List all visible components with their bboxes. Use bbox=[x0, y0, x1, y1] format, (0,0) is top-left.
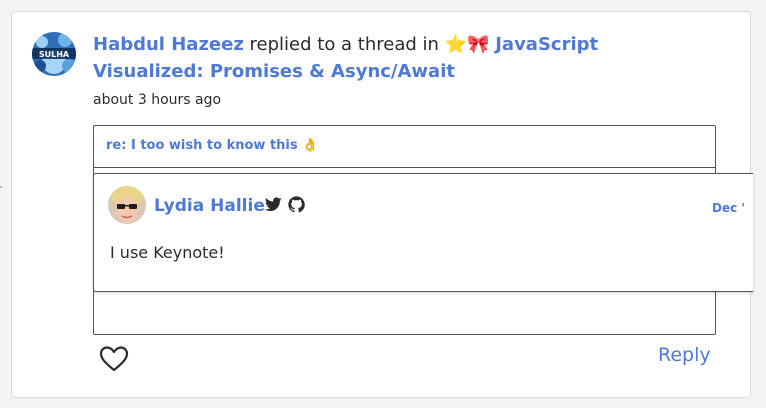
avatar-text: SULHA bbox=[39, 50, 70, 59]
star-ribbon-emoji: ⭐🎀 bbox=[444, 34, 490, 55]
lydia-avatar[interactable] bbox=[108, 186, 146, 224]
user-avatar-icon: SULHA bbox=[32, 32, 76, 76]
user-name-link[interactable]: Habdul Hazeez bbox=[93, 34, 244, 55]
reply-title-text: re: I too wish to know this bbox=[106, 138, 298, 153]
thread-divider bbox=[94, 167, 715, 168]
author-avatar-icon bbox=[108, 186, 146, 224]
comment-date-link[interactable]: Dec ' bbox=[712, 201, 745, 215]
divider-dot bbox=[0, 186, 2, 188]
ok-hand-emoji: 👌 bbox=[302, 138, 319, 153]
twitter-icon[interactable] bbox=[265, 197, 282, 212]
reply-button[interactable]: Reply bbox=[658, 344, 711, 366]
comment-body: I use Keynote! bbox=[110, 243, 225, 262]
heart-icon bbox=[99, 346, 129, 372]
action-text: replied to a thread in bbox=[243, 34, 445, 55]
reply-title-link[interactable]: re: I too wish to know this 👌 bbox=[106, 138, 318, 153]
github-icon[interactable] bbox=[288, 196, 305, 213]
activity-headline: Habdul Hazeez replied to a thread in ⭐🎀 … bbox=[93, 31, 713, 85]
author-social-links bbox=[265, 196, 305, 213]
like-button[interactable] bbox=[99, 345, 129, 373]
nested-comment: Lydia Hallie Dec ' I use Keynote! bbox=[93, 173, 753, 292]
timestamp: about 3 hours ago bbox=[93, 92, 222, 108]
user-avatar[interactable]: SULHA bbox=[32, 32, 76, 76]
comment-author-link[interactable]: Lydia Hallie bbox=[154, 196, 265, 216]
